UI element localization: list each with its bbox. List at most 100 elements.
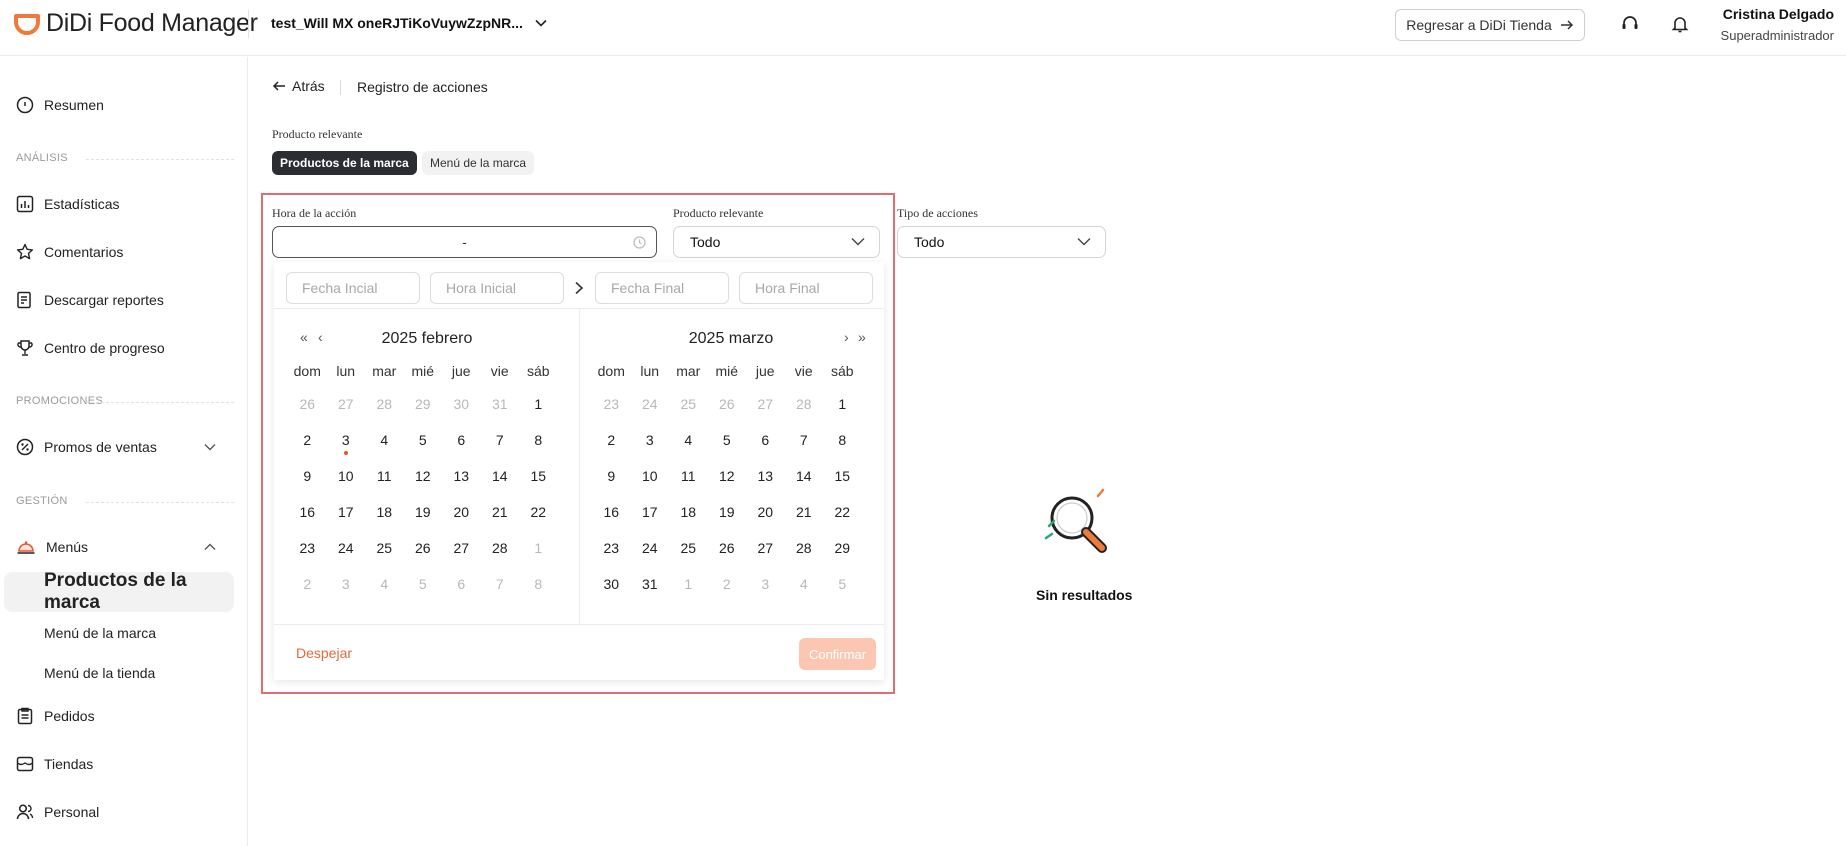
- calendar-day[interactable]: 8: [823, 419, 862, 455]
- calendar-day[interactable]: 10: [327, 455, 366, 491]
- calendar-day[interactable]: 5: [823, 563, 862, 599]
- calendar-day[interactable]: 31: [481, 383, 520, 419]
- calendar-day[interactable]: 10: [631, 455, 670, 491]
- calendar-day[interactable]: 22: [823, 491, 862, 527]
- sidebar-item-productos-marca[interactable]: Productos de la marca: [4, 570, 234, 613]
- calendar-day[interactable]: 18: [365, 491, 404, 527]
- calendar-day[interactable]: 26: [404, 527, 443, 563]
- calendar-day[interactable]: 24: [631, 383, 670, 419]
- relevant-product-select[interactable]: Todo: [673, 226, 880, 258]
- calendar-day[interactable]: 6: [746, 419, 785, 455]
- clear-button[interactable]: Despejar: [296, 645, 352, 661]
- calendar-day[interactable]: 1: [519, 527, 558, 563]
- calendar-day[interactable]: 16: [592, 491, 631, 527]
- calendar-day[interactable]: 7: [785, 419, 824, 455]
- calendar-day[interactable]: 18: [669, 491, 708, 527]
- sidebar-item-menu-tienda[interactable]: Menú de la tienda: [44, 665, 155, 681]
- calendar-day[interactable]: 2: [708, 563, 747, 599]
- calendar-day[interactable]: 4: [365, 563, 404, 599]
- calendar-day[interactable]: 8: [519, 419, 558, 455]
- sidebar-item-tiendas[interactable]: Tiendas: [16, 751, 93, 777]
- back-button[interactable]: Atrás: [272, 78, 325, 94]
- calendar-day[interactable]: 11: [669, 455, 708, 491]
- confirm-button[interactable]: Confirmar: [799, 638, 876, 670]
- sidebar-item-descargar-reportes[interactable]: Descargar reportes: [16, 287, 164, 313]
- didi-logo[interactable]: DiDi Food Manager: [14, 9, 258, 38]
- sidebar-item-comentarios[interactable]: Comentarios: [16, 239, 123, 265]
- calendar-day[interactable]: 26: [708, 527, 747, 563]
- chip-productos-marca[interactable]: Productos de la marca: [272, 151, 417, 175]
- calendar-day[interactable]: 30: [592, 563, 631, 599]
- calendar-day[interactable]: 4: [785, 563, 824, 599]
- calendar-day[interactable]: 3: [746, 563, 785, 599]
- sidebar-item-promos[interactable]: Promos de ventas: [16, 434, 216, 460]
- calendar-day[interactable]: 30: [442, 383, 481, 419]
- sidebar-item-pedidos[interactable]: Pedidos: [16, 703, 95, 729]
- calendar-day[interactable]: 2: [592, 419, 631, 455]
- calendar-day[interactable]: 15: [519, 455, 558, 491]
- calendar-day[interactable]: 5: [404, 419, 443, 455]
- action-time-range-input[interactable]: -: [272, 226, 657, 258]
- prev-month-icon[interactable]: ‹: [318, 329, 323, 345]
- calendar-day[interactable]: 4: [669, 419, 708, 455]
- calendar-day[interactable]: 3: [327, 563, 366, 599]
- calendar-day[interactable]: 31: [631, 563, 670, 599]
- calendar-day[interactable]: 17: [631, 491, 670, 527]
- calendar-day[interactable]: 25: [669, 527, 708, 563]
- return-to-store-button[interactable]: Regresar a DiDi Tienda: [1395, 9, 1585, 41]
- calendar-day[interactable]: 3: [631, 419, 670, 455]
- calendar-day[interactable]: 12: [404, 455, 443, 491]
- calendar-day[interactable]: 23: [288, 527, 327, 563]
- calendar-day[interactable]: 17: [327, 491, 366, 527]
- calendar-day[interactable]: 5: [708, 419, 747, 455]
- calendar-day[interactable]: 2: [288, 419, 327, 455]
- bell-icon[interactable]: [1668, 12, 1692, 36]
- sidebar-item-estadisticas[interactable]: Estadísticas: [16, 191, 119, 217]
- calendar-day[interactable]: 12: [708, 455, 747, 491]
- calendar-day[interactable]: 11: [365, 455, 404, 491]
- calendar-day[interactable]: 4: [365, 419, 404, 455]
- calendar-day[interactable]: 2: [288, 563, 327, 599]
- calendar-day[interactable]: 9: [592, 455, 631, 491]
- calendar-day[interactable]: 5: [404, 563, 443, 599]
- sidebar-item-menu-marca[interactable]: Menú de la marca: [44, 625, 156, 641]
- user-info[interactable]: Cristina Delgado Superadministrador: [1721, 6, 1834, 43]
- calendar-day[interactable]: 27: [442, 527, 481, 563]
- calendar-day[interactable]: 16: [288, 491, 327, 527]
- chip-menu-marca[interactable]: Menú de la marca: [422, 151, 535, 175]
- calendar-day[interactable]: 14: [481, 455, 520, 491]
- calendar-day[interactable]: 22: [519, 491, 558, 527]
- calendar-day[interactable]: 8: [519, 563, 558, 599]
- calendar-day[interactable]: 7: [481, 419, 520, 455]
- calendar-day[interactable]: 25: [365, 527, 404, 563]
- calendar-day[interactable]: 21: [481, 491, 520, 527]
- calendar-day[interactable]: 28: [365, 383, 404, 419]
- start-date-input[interactable]: Fecha Incial: [286, 272, 420, 304]
- start-time-input[interactable]: Hora Inicial: [430, 272, 564, 304]
- sidebar-item-centro-progreso[interactable]: Centro de progreso: [16, 335, 165, 361]
- calendar-day[interactable]: 23: [592, 527, 631, 563]
- calendar-day[interactable]: 6: [442, 563, 481, 599]
- calendar-day[interactable]: 26: [288, 383, 327, 419]
- calendar-day[interactable]: 27: [327, 383, 366, 419]
- calendar-day[interactable]: 9: [288, 455, 327, 491]
- prev-year-icon[interactable]: «: [300, 329, 308, 345]
- sidebar-item-personal[interactable]: Personal: [16, 799, 99, 825]
- calendar-day[interactable]: 28: [785, 527, 824, 563]
- calendar-day[interactable]: 28: [785, 383, 824, 419]
- calendar-day[interactable]: 19: [404, 491, 443, 527]
- calendar-day[interactable]: 15: [823, 455, 862, 491]
- calendar-day[interactable]: 28: [481, 527, 520, 563]
- sidebar-item-resumen[interactable]: Resumen: [16, 92, 104, 118]
- sidebar-item-menus[interactable]: Menús: [16, 534, 216, 560]
- calendar-day[interactable]: 19: [708, 491, 747, 527]
- calendar-day[interactable]: 13: [746, 455, 785, 491]
- headset-icon[interactable]: [1618, 12, 1642, 36]
- calendar-day[interactable]: 24: [631, 527, 670, 563]
- calendar-day[interactable]: 29: [823, 527, 862, 563]
- end-time-input[interactable]: Hora Final: [739, 272, 873, 304]
- next-month-icon[interactable]: ›: [844, 329, 849, 345]
- calendar-day[interactable]: 6: [442, 419, 481, 455]
- calendar-day-today[interactable]: 3: [327, 419, 366, 455]
- store-selector[interactable]: test_Will MX oneRJTiKoVuywZzpNR...: [271, 15, 547, 31]
